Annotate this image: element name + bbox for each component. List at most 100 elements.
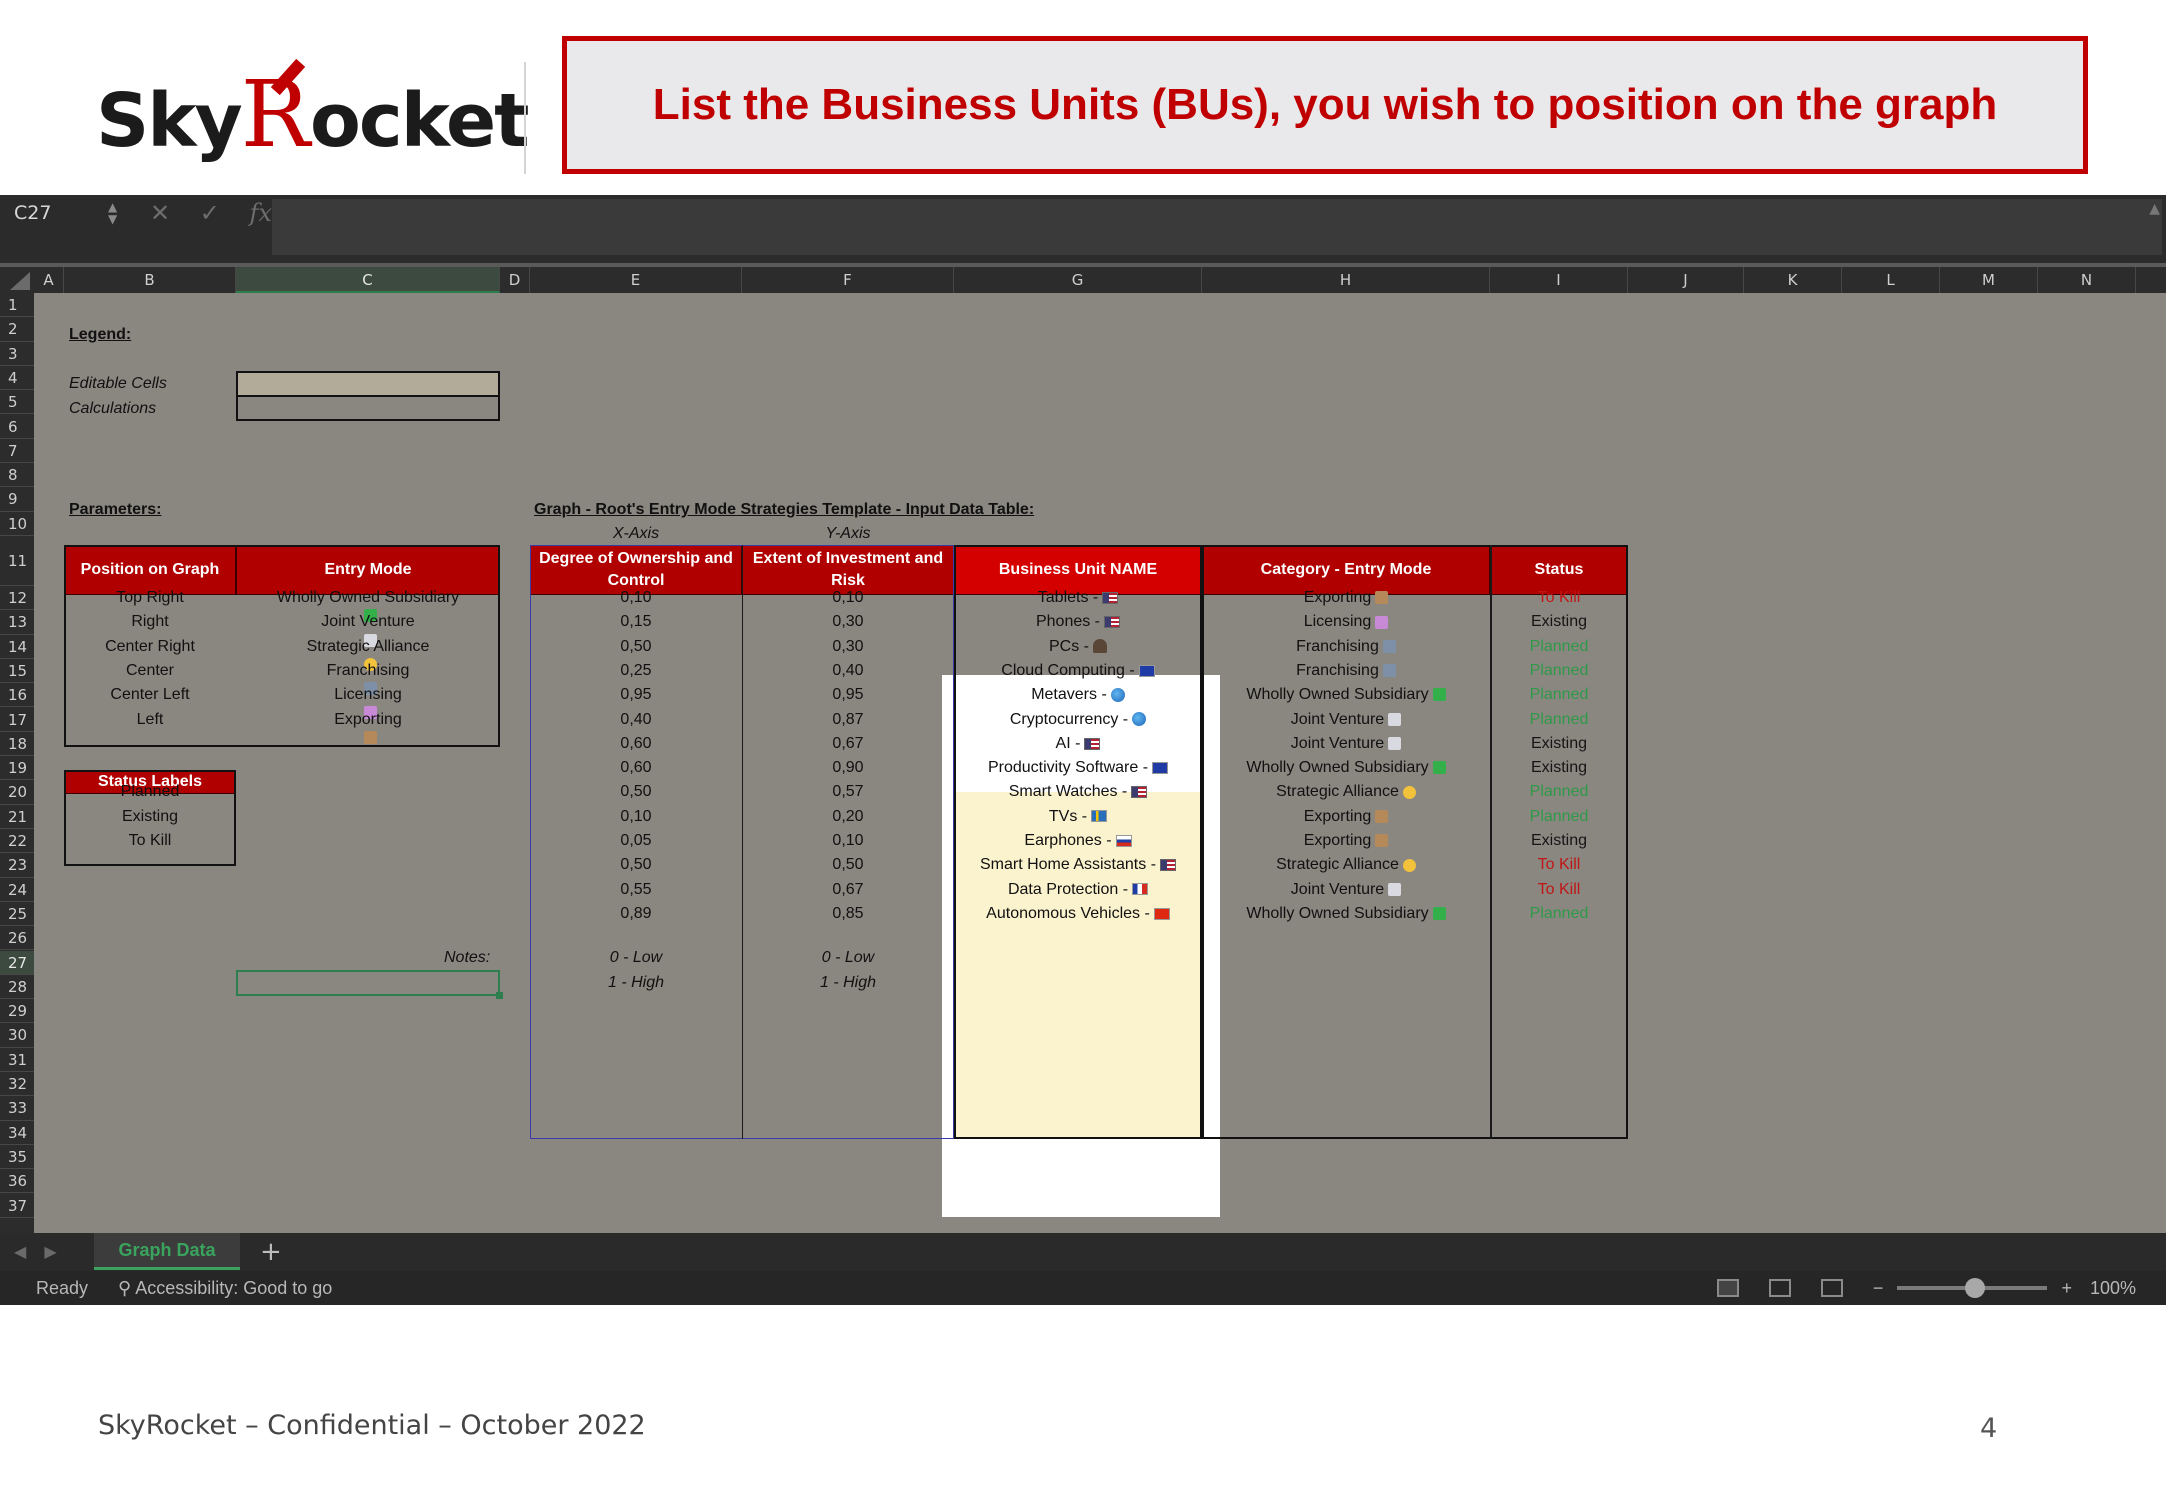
row-header-27[interactable]: 27	[0, 950, 34, 975]
row-header-24[interactable]: 24	[0, 878, 34, 902]
row-header-4[interactable]: 4	[0, 366, 34, 391]
row-header-10[interactable]: 10	[0, 512, 34, 536]
column-header-g[interactable]: G	[954, 267, 1202, 293]
row-header-13[interactable]: 13	[0, 610, 34, 635]
business-unit-cell[interactable]: Smart Home Assistants -	[954, 856, 1202, 874]
status-cell: Planned	[1529, 904, 1589, 922]
expand-formula-icon[interactable]: ▲	[2149, 201, 2160, 217]
column-header-l[interactable]: L	[1842, 267, 1940, 293]
row-header-15[interactable]: 15	[0, 659, 34, 684]
row-header-17[interactable]: 17	[0, 708, 34, 732]
column-header-k[interactable]: K	[1744, 267, 1842, 293]
column-header-o[interactable]: O	[2136, 267, 2166, 293]
row-header-21[interactable]: 21	[0, 805, 34, 829]
insert-function-icon[interactable]: fx	[250, 199, 272, 227]
sheet-tab-graph-data[interactable]: Graph Data	[94, 1233, 240, 1270]
row-header-1[interactable]: 1	[0, 293, 34, 318]
business-unit-cell[interactable]: Smart Watches -	[954, 783, 1202, 801]
row-header-35[interactable]: 35	[0, 1145, 34, 1170]
x-value-cell: 0,89	[620, 904, 652, 922]
column-header-n[interactable]: N	[2038, 267, 2136, 293]
column-header-d[interactable]: D	[500, 267, 530, 293]
business-unit-cell[interactable]: Earphones -	[954, 832, 1202, 850]
legend-calculations-swatch[interactable]	[236, 395, 500, 421]
column-header-c[interactable]: C	[236, 267, 500, 293]
row-header-6[interactable]: 6	[0, 415, 34, 439]
page-layout-view-icon[interactable]	[1768, 1279, 1791, 1297]
row-header-2[interactable]: 2	[0, 317, 34, 342]
row-header-16[interactable]: 16	[0, 683, 34, 708]
accessibility-status[interactable]: ⚲ Accessibility: Good to go	[118, 1271, 332, 1305]
row-header-32[interactable]: 32	[0, 1072, 34, 1097]
row-header-36[interactable]: 36	[0, 1169, 34, 1194]
business-unit-cell[interactable]: Cloud Computing -	[954, 662, 1202, 680]
business-unit-cell[interactable]: Autonomous Vehicles -	[954, 905, 1202, 923]
row-header-26[interactable]: 26	[0, 926, 34, 951]
row-header-12[interactable]: 12	[0, 586, 34, 611]
row-header-29[interactable]: 29	[0, 999, 34, 1024]
zoom-out-button[interactable]: −	[1873, 1271, 1884, 1305]
business-unit-cell[interactable]: Metavers -	[954, 686, 1202, 704]
row-header-8[interactable]: 8	[0, 463, 34, 488]
row-header-11[interactable]: 11	[0, 536, 34, 586]
accessibility-icon: ⚲	[118, 1278, 136, 1298]
name-box[interactable]: C27	[0, 195, 144, 231]
business-unit-cell[interactable]: Data Protection -	[954, 881, 1202, 899]
selected-cell-c27[interactable]	[236, 970, 500, 996]
page-break-view-icon[interactable]	[1820, 1279, 1843, 1297]
business-unit-cell[interactable]: Phones -	[954, 613, 1202, 631]
row-header-3[interactable]: 3	[0, 342, 34, 366]
row-header-22[interactable]: 22	[0, 829, 34, 854]
column-header-f[interactable]: F	[742, 267, 954, 293]
column-header-b[interactable]: B	[64, 267, 236, 293]
row-header-7[interactable]: 7	[0, 439, 34, 464]
column-header-i[interactable]: I	[1490, 267, 1628, 293]
column-header-m[interactable]: M	[1940, 267, 2038, 293]
row-header-18[interactable]: 18	[0, 732, 34, 757]
zoom-level[interactable]: 100%	[2090, 1271, 2136, 1305]
prev-sheet-icon[interactable]: ◀	[14, 1242, 26, 1261]
row-header-9[interactable]: 9	[0, 487, 34, 512]
business-unit-cell[interactable]: AI -	[954, 735, 1202, 753]
row-header-28[interactable]: 28	[0, 975, 34, 1000]
param-position-cell: Right	[131, 613, 169, 631]
zoom-slider-knob[interactable]	[1965, 1278, 1986, 1298]
legend-editable-swatch[interactable]	[236, 371, 500, 397]
row-header-25[interactable]: 25	[0, 902, 34, 927]
row-header-33[interactable]: 33	[0, 1096, 34, 1121]
building-icon	[1382, 664, 1396, 678]
name-box-stepper-icon[interactable]: ▲ ▼	[108, 201, 117, 225]
business-unit-cell[interactable]: Cryptocurrency -	[954, 711, 1202, 729]
column-header-e[interactable]: E	[530, 267, 742, 293]
next-sheet-icon[interactable]: ▶	[44, 1242, 56, 1261]
row-header-19[interactable]: 19	[0, 756, 34, 781]
row-header-14[interactable]: 14	[0, 635, 34, 659]
zoom-slider[interactable]	[1897, 1278, 2048, 1298]
business-unit-name: Tablets -	[1037, 589, 1099, 606]
add-sheet-button[interactable]: +	[260, 1233, 282, 1271]
cancel-icon[interactable]: ✕	[150, 199, 170, 227]
normal-view-icon[interactable]	[1716, 1279, 1739, 1297]
row-header-5[interactable]: 5	[0, 390, 34, 415]
row-header-23[interactable]: 23	[0, 853, 34, 878]
row-header-20[interactable]: 20	[0, 780, 34, 805]
business-unit-cell[interactable]: TVs -	[954, 808, 1202, 826]
column-header-a[interactable]: A	[34, 267, 64, 293]
business-unit-cell[interactable]: PCs -	[954, 638, 1202, 656]
select-all-corner[interactable]	[0, 267, 34, 293]
formula-input[interactable]	[272, 199, 2162, 255]
y-value-cell: 0,10	[832, 589, 864, 606]
business-unit-cell[interactable]: Tablets -	[954, 589, 1202, 607]
fill-handle[interactable]	[496, 992, 503, 999]
category-label: Licensing	[1303, 613, 1372, 631]
column-header-j[interactable]: J	[1628, 267, 1744, 293]
zoom-in-button[interactable]: +	[2061, 1271, 2072, 1305]
row-header-30[interactable]: 30	[0, 1023, 34, 1048]
column-header-h[interactable]: H	[1202, 267, 1490, 293]
row-header-37[interactable]: 37	[0, 1194, 34, 1218]
status-cell: Planned	[1529, 710, 1589, 728]
row-header-34[interactable]: 34	[0, 1121, 34, 1145]
enter-icon[interactable]: ✓	[200, 199, 220, 227]
row-header-31[interactable]: 31	[0, 1048, 34, 1072]
business-unit-cell[interactable]: Productivity Software -	[954, 759, 1202, 777]
